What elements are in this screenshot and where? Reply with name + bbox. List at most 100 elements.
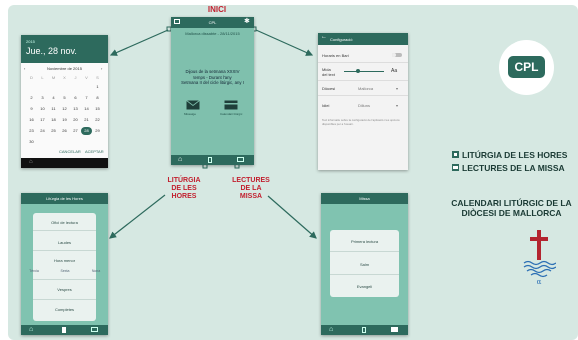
liturgia-legend-icon — [452, 151, 459, 158]
weekday-label: J — [74, 75, 77, 80]
missa-item-primera[interactable]: Primera lectura — [330, 239, 399, 244]
divider — [33, 250, 96, 251]
open-book-tab-icon[interactable] — [91, 327, 98, 332]
calendar-day[interactable]: 27 — [70, 127, 81, 135]
missa-menu: Primera lectura Salm Evangeli — [330, 230, 399, 297]
missa-phone: Missa Primera lectura Salm Evangeli ⌂ — [321, 193, 408, 335]
hores-item-ofici[interactable]: Ofici de lectura — [33, 220, 96, 225]
hores-item-hora-menor[interactable]: Hora menor — [33, 258, 96, 263]
chevron-down-icon[interactable]: ▾ — [396, 86, 398, 91]
next-month-icon[interactable]: › — [101, 66, 102, 71]
book-tab-icon[interactable] — [62, 327, 66, 333]
calendar-day[interactable]: 14 — [81, 105, 92, 113]
settings-phone: ← Configuració Horaris en Bari Mida del … — [318, 33, 408, 170]
calendar-day[interactable]: 15 — [92, 105, 103, 113]
divider — [330, 274, 399, 275]
calendar-day[interactable]: 7 — [81, 94, 92, 102]
calendar-day[interactable]: 19 — [59, 116, 70, 124]
settings-row-1-label: Horaris en Bari — [322, 53, 349, 58]
legend-lectures: LECTURES DE LA MISSA — [462, 163, 565, 173]
liturgia-label: LITÚRGIA DE LES HORES — [167, 177, 201, 200]
calendar-day[interactable]: 30 — [26, 138, 37, 146]
envelope-icon — [186, 100, 200, 110]
calendar-day[interactable]: 13 — [70, 105, 81, 113]
book-tab-icon[interactable] — [362, 327, 366, 333]
weekday-label: M — [51, 75, 56, 80]
home-tab-icon[interactable]: ⌂ — [178, 155, 182, 165]
day-select[interactable]: Dilluns — [358, 103, 370, 108]
calendar-day[interactable]: 22 — [92, 116, 103, 124]
missa-item-salm[interactable]: Salm — [330, 262, 399, 267]
toggle-switch[interactable] — [392, 53, 402, 57]
weekday-label: L — [41, 75, 44, 80]
datepicker-year[interactable]: 2015 — [26, 39, 35, 44]
home-subtitle: Mallorca dissabte - 28/11/2015 — [185, 31, 240, 36]
home-tab-icon[interactable]: ⌂ — [329, 325, 333, 335]
arrow-to-settings — [255, 29, 314, 56]
ok-button[interactable]: ACEPTAR — [85, 149, 104, 154]
home-tab-icon[interactable]: ⌂ — [29, 325, 33, 335]
calendar-title: CALENDARI LITÚRGIC DE LA DIÒCESI DE MALL… — [451, 198, 572, 218]
calendar-day[interactable]: 2 — [26, 94, 37, 102]
datepicker-date: Jue., 28 nov. — [26, 46, 77, 56]
arrow-to-missa — [267, 195, 317, 239]
gear-icon[interactable]: ✱ — [244, 18, 250, 26]
message-button[interactable] — [186, 100, 200, 110]
hores-sub-sexta[interactable]: Sexta — [55, 269, 75, 273]
settings-note: Text informatiu sobre la configuració de… — [322, 118, 400, 126]
missa-item-evangeli[interactable]: Evangeli — [330, 284, 399, 289]
chevron-down-icon[interactable]: ▾ — [396, 103, 398, 108]
open-book-tab-icon[interactable] — [391, 327, 398, 332]
divider — [318, 62, 408, 63]
calendar-day[interactable]: 8 — [92, 94, 103, 102]
calendar-day[interactable]: 24 — [37, 127, 48, 135]
calendar-day[interactable]: 11 — [48, 105, 59, 113]
divider — [33, 279, 96, 280]
diocese-select[interactable]: Mallorca — [358, 86, 373, 91]
svg-text:α: α — [537, 278, 542, 286]
text-size-slider[interactable] — [344, 69, 384, 73]
calendar-day[interactable]: 23 — [26, 127, 37, 135]
calendar-day[interactable]: 4 — [48, 94, 59, 102]
calendar-day[interactable]: 6 — [70, 94, 81, 102]
book-tab-icon[interactable] — [208, 157, 212, 163]
calendar-day[interactable]: 1 — [92, 83, 103, 91]
cancel-button[interactable]: CANCELAR — [59, 149, 81, 154]
calendar-day[interactable]: 9 — [26, 105, 37, 113]
card-icon — [224, 100, 238, 110]
hores-bottom-tabs: ⌂ — [21, 325, 108, 335]
settings-row-4-label: Idiei — [322, 103, 330, 108]
calendar-button[interactable] — [224, 100, 238, 110]
hores-item-completes[interactable]: Completes — [33, 307, 96, 312]
open-book-tab-icon[interactable] — [237, 157, 244, 162]
calendar-day[interactable]: 16 — [26, 116, 37, 124]
calendar-day[interactable]: 5 — [59, 94, 70, 102]
hores-item-vespres[interactable]: Vespres — [33, 287, 96, 292]
prev-month-icon[interactable]: ‹ — [24, 66, 25, 71]
calendar-day[interactable]: 10 — [37, 105, 48, 113]
calendar-day[interactable]: 12 — [59, 105, 70, 113]
calendar-day[interactable]: 3 — [37, 94, 48, 102]
home-bottom-tabs: ⌂ — [171, 155, 254, 165]
hores-item-laudes[interactable]: Laudes — [33, 240, 96, 245]
selected-day[interactable]: 28 — [81, 127, 92, 135]
calendar-day[interactable]: 21 — [81, 116, 92, 124]
hores-sub-tercia[interactable]: Tèrcia — [24, 269, 44, 273]
weekday-label: S — [96, 75, 99, 80]
hores-sub-nona[interactable]: Nona — [86, 269, 106, 273]
calendar-day[interactable]: 18 — [48, 116, 59, 124]
home-icon[interactable]: ⌂ — [29, 159, 33, 165]
calendar-day[interactable]: 29 — [92, 127, 103, 135]
datepicker-phone: 2015 Jue., 28 nov. ‹ Noviembre de 2015 ›… — [21, 35, 108, 168]
divider — [33, 230, 96, 231]
calendar-day[interactable]: 17 — [37, 116, 48, 124]
calendar-day[interactable]: 20 — [70, 116, 81, 124]
datepicker-header: 2015 Jue., 28 nov. — [21, 35, 108, 63]
back-arrow-icon[interactable]: ← — [321, 34, 327, 40]
calendar-day[interactable]: 26 — [59, 127, 70, 135]
home-topbar: CPL ✱ — [171, 17, 254, 28]
home-title: CPL — [208, 20, 217, 25]
calendar-day[interactable]: 25 — [48, 127, 59, 135]
calendar-icon[interactable] — [174, 19, 180, 24]
weekday-label: X — [63, 75, 66, 80]
